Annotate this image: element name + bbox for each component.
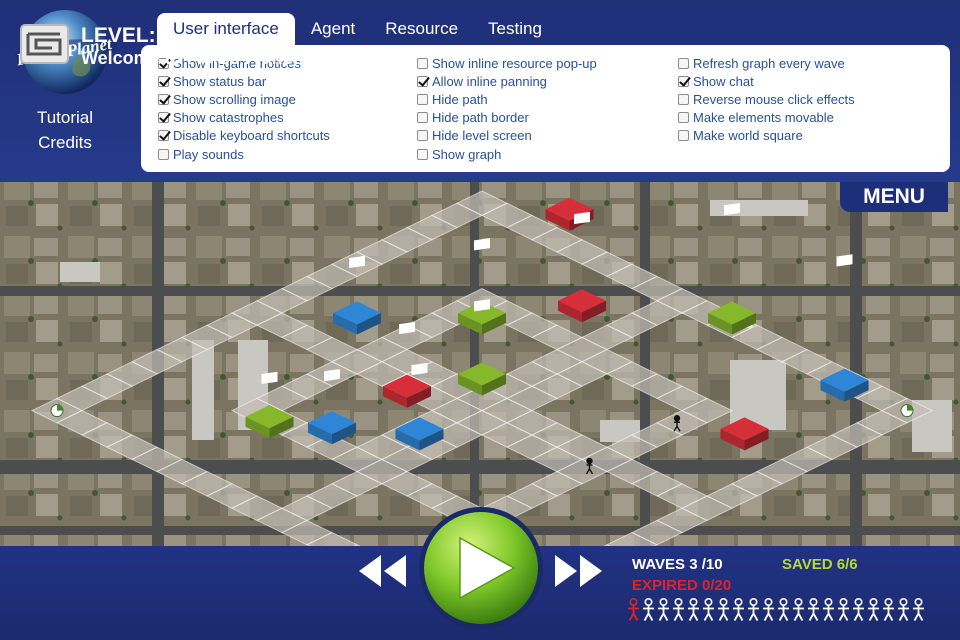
option-show-inline-resource-popup[interactable]: Show inline resource pop-up bbox=[417, 54, 597, 72]
option-play-sounds[interactable]: Play sounds bbox=[158, 145, 330, 163]
agent-alive-icon bbox=[673, 598, 684, 621]
checkbox[interactable] bbox=[158, 93, 169, 105]
level-maze-icon[interactable] bbox=[20, 24, 69, 64]
agent-alive-icon bbox=[808, 598, 819, 621]
option-show-status-bar[interactable]: Show status bar bbox=[158, 72, 330, 90]
options-column-2: Show inline resource pop-up Allow inline… bbox=[417, 54, 597, 163]
agent-lives-row bbox=[626, 598, 926, 622]
option-label: Show chat bbox=[693, 73, 754, 89]
level-title: LEVEL:1 bbox=[81, 24, 168, 47]
agent-alive-icon bbox=[688, 598, 699, 621]
credits-link[interactable]: Credits bbox=[20, 133, 110, 153]
agent-alive-icon bbox=[778, 598, 789, 621]
expired-counter: EXPIRED 0/20 bbox=[632, 577, 732, 594]
level-subtitle: Welcome to Fierce Planet bbox=[81, 48, 299, 68]
game-world-map[interactable]: MENU bbox=[0, 182, 960, 546]
fast-forward-button[interactable] bbox=[552, 553, 606, 589]
option-label: Show catastrophes bbox=[173, 110, 284, 126]
checkbox[interactable] bbox=[158, 130, 169, 142]
checkbox[interactable] bbox=[678, 130, 689, 142]
rewind-icon bbox=[359, 555, 381, 587]
game-screen: Fierce-Planet Tutorial Credits User inte… bbox=[0, 0, 960, 640]
option-label: Show inline resource pop-up bbox=[432, 55, 597, 71]
world-canvas[interactable] bbox=[0, 182, 960, 546]
agent-alive-icon bbox=[763, 598, 774, 621]
checkbox[interactable] bbox=[417, 112, 428, 124]
tab-user-interface[interactable]: User interface bbox=[157, 13, 295, 45]
agent-alive-icon bbox=[913, 598, 924, 621]
checkbox[interactable] bbox=[417, 75, 428, 87]
options-column-1: Show in-game notices Show status bar Sho… bbox=[158, 54, 330, 163]
settings-tabs: User interface Agent Resource Testing bbox=[157, 13, 558, 45]
entry-point-icon[interactable] bbox=[50, 404, 64, 418]
rewind-button[interactable] bbox=[356, 553, 410, 589]
checkbox[interactable] bbox=[678, 57, 689, 69]
option-label: Play sounds bbox=[173, 146, 244, 162]
agent-alive-icon bbox=[868, 598, 879, 621]
checkbox[interactable] bbox=[417, 148, 428, 160]
option-disable-keyboard-shortcuts[interactable]: Disable keyboard shortcuts bbox=[158, 127, 330, 145]
agent-expired-icon bbox=[628, 598, 639, 621]
checkbox[interactable] bbox=[417, 130, 428, 142]
agent-alive-icon bbox=[643, 598, 654, 621]
agent-alive-icon bbox=[823, 598, 834, 621]
option-reverse-mouse-click-effects[interactable]: Reverse mouse click effects bbox=[678, 90, 855, 108]
waves-counter: WAVES 3 /10 bbox=[632, 556, 723, 573]
option-make-world-square[interactable]: Make world square bbox=[678, 127, 855, 145]
agent-alive-icon bbox=[703, 598, 714, 621]
option-label: Show graph bbox=[432, 146, 502, 162]
checkbox[interactable] bbox=[158, 112, 169, 124]
agent-alive-icon bbox=[898, 598, 909, 621]
agent-alive-icon bbox=[748, 598, 759, 621]
exit-point-icon[interactable] bbox=[900, 404, 914, 418]
checkbox[interactable] bbox=[678, 75, 689, 87]
option-label: Reverse mouse click effects bbox=[693, 91, 855, 107]
option-show-catastrophes[interactable]: Show catastrophes bbox=[158, 109, 330, 127]
option-show-scrolling-image[interactable]: Show scrolling image bbox=[158, 90, 330, 108]
checkbox[interactable] bbox=[417, 57, 428, 69]
option-make-elements-movable[interactable]: Make elements movable bbox=[678, 109, 855, 127]
saved-counter: SAVED 6/6 bbox=[782, 556, 858, 573]
option-label: Make elements movable bbox=[693, 110, 834, 126]
option-label: Make world square bbox=[693, 128, 803, 144]
agent-alive-icon bbox=[793, 598, 804, 621]
option-hide-level-screen[interactable]: Hide level screen bbox=[417, 127, 597, 145]
play-button[interactable] bbox=[418, 506, 544, 630]
option-label: Disable keyboard shortcuts bbox=[173, 128, 330, 144]
option-label: Refresh graph every wave bbox=[693, 55, 845, 71]
checkbox[interactable] bbox=[158, 148, 169, 160]
menu-button[interactable]: MENU bbox=[840, 182, 948, 212]
checkbox[interactable] bbox=[678, 93, 689, 105]
option-label: Hide level screen bbox=[432, 128, 532, 144]
option-refresh-graph-every-wave[interactable]: Refresh graph every wave bbox=[678, 54, 855, 72]
fast-forward-icon bbox=[555, 555, 577, 587]
option-hide-path[interactable]: Hide path bbox=[417, 90, 597, 108]
option-show-chat[interactable]: Show chat bbox=[678, 72, 855, 90]
checkbox[interactable] bbox=[417, 93, 428, 105]
agent-alive-icon bbox=[883, 598, 894, 621]
agent-alive-icon bbox=[838, 598, 849, 621]
tutorial-link[interactable]: Tutorial bbox=[20, 108, 110, 128]
agent-alive-icon bbox=[733, 598, 744, 621]
agent-alive-icon bbox=[718, 598, 729, 621]
tab-testing[interactable]: Testing bbox=[474, 13, 556, 45]
agent-alive-icon bbox=[853, 598, 864, 621]
option-label: Show status bar bbox=[173, 73, 267, 89]
options-column-3: Refresh graph every wave Show chat Rever… bbox=[678, 54, 855, 145]
option-label: Allow inline panning bbox=[432, 73, 547, 89]
option-allow-inline-panning[interactable]: Allow inline panning bbox=[417, 72, 597, 90]
checkbox[interactable] bbox=[678, 112, 689, 124]
tab-resource[interactable]: Resource bbox=[371, 13, 472, 45]
tab-agent[interactable]: Agent bbox=[297, 13, 369, 45]
checkbox[interactable] bbox=[158, 75, 169, 87]
option-label: Show scrolling image bbox=[173, 91, 296, 107]
option-show-graph[interactable]: Show graph bbox=[417, 145, 597, 163]
option-label: Hide path border bbox=[432, 110, 529, 126]
option-hide-path-border[interactable]: Hide path border bbox=[417, 109, 597, 127]
option-label: Hide path bbox=[432, 91, 488, 107]
agent-alive-icon bbox=[658, 598, 669, 621]
